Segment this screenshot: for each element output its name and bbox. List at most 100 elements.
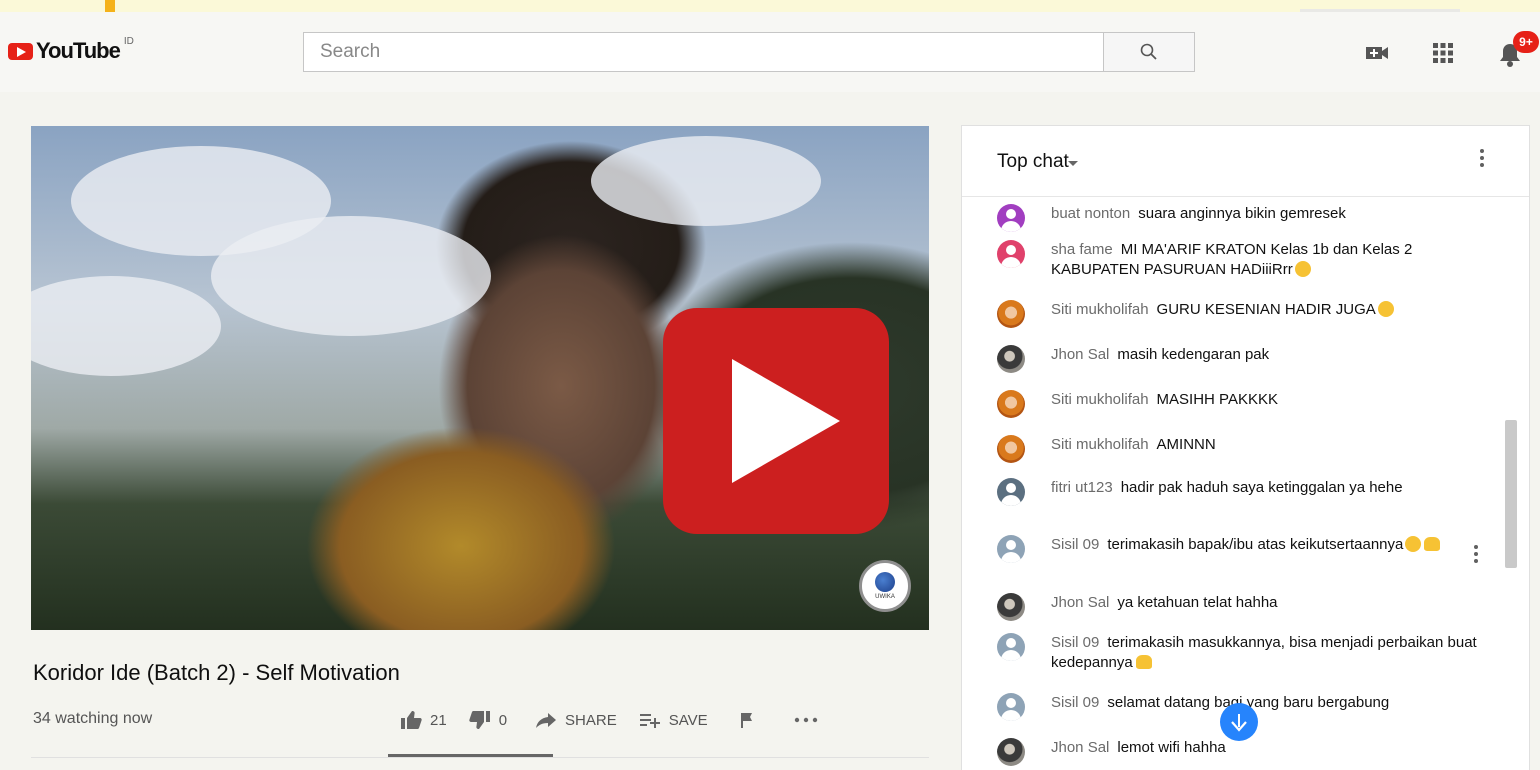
chat-message-text: terimakasih masukkannya, bisa menjadi pe… xyxy=(1051,634,1477,671)
apps-grid-icon xyxy=(1433,43,1453,63)
chat-message-body: sha fame MI MA'ARIF KRATON Kelas 1b dan K… xyxy=(1051,240,1481,280)
chat-message-body: Jhon Sal lemot wifi hahha xyxy=(1051,738,1481,758)
chat-menu-icon[interactable] xyxy=(1480,149,1484,170)
apps-button[interactable] xyxy=(1430,40,1456,66)
author-avatar[interactable] xyxy=(997,300,1025,328)
channel-watermark: UWIKA xyxy=(859,560,911,612)
chat-message-text: lemot wifi hahha xyxy=(1117,739,1226,756)
chat-message-body: Siti mukholifah GURU KESENIAN HADIR JUGA xyxy=(1051,300,1481,320)
author-avatar[interactable] xyxy=(997,240,1025,268)
chat-header: Top chat xyxy=(962,126,1529,197)
notification-count-badge: 9+ xyxy=(1513,31,1539,53)
chat-message-body: Sisil 09 terimakasih masukkannya, bisa me… xyxy=(1051,633,1481,673)
chat-message-text: terimakasih bapak/ibu atas keikutsertaan… xyxy=(1107,536,1404,553)
dislike-count: 0 xyxy=(498,711,508,729)
watermark-text: UWIKA xyxy=(875,594,895,600)
sky-cloud xyxy=(31,276,221,376)
chat-message-text: suara anginnya bikin gemresek xyxy=(1138,205,1346,222)
author-avatar[interactable] xyxy=(997,593,1025,621)
chat-message-text: masih kedengaran pak xyxy=(1117,346,1270,363)
chevron-down-icon[interactable] xyxy=(1068,161,1078,166)
author-avatar[interactable] xyxy=(997,204,1025,232)
logo-text: YouTube xyxy=(36,38,121,63)
chat-author-name[interactable]: Jhon Sal xyxy=(1051,739,1109,756)
browser-top-strip xyxy=(0,0,1540,14)
watching-count: 34 watching now xyxy=(33,710,153,727)
section-divider xyxy=(31,757,929,758)
pray-emoji-icon xyxy=(1135,655,1152,669)
smile-emoji-icon xyxy=(1405,536,1422,552)
chat-message-text: MASIHH PAKKKK xyxy=(1156,391,1278,408)
youtube-play-logo-icon xyxy=(8,42,33,60)
sky-cloud xyxy=(591,136,821,226)
chat-author-name[interactable]: sha fame xyxy=(1051,241,1113,258)
chat-message-body: fitri ut123 hadir pak haduh saya ketingga… xyxy=(1051,478,1481,498)
arrow-down-icon xyxy=(1231,714,1247,732)
author-avatar[interactable] xyxy=(997,633,1025,661)
pray-emoji-icon xyxy=(1424,537,1441,551)
share-arrow-icon xyxy=(536,713,557,728)
search-box xyxy=(303,32,1104,72)
chat-message-body: Siti mukholifah MASIHH PAKKKK xyxy=(1051,390,1481,410)
chat-message-text: ya ketahuan telat hahha xyxy=(1117,594,1278,611)
author-avatar[interactable] xyxy=(997,345,1025,373)
message-menu-icon[interactable] xyxy=(1474,545,1478,566)
chat-author-name[interactable]: fitri ut123 xyxy=(1051,479,1113,496)
save-button[interactable]: SAVE xyxy=(639,712,708,729)
chat-author-name[interactable]: buat nonton xyxy=(1051,205,1130,222)
chat-message-text: GURU KESENIAN HADIR JUGA xyxy=(1156,301,1376,318)
author-avatar[interactable] xyxy=(997,693,1025,721)
author-avatar[interactable] xyxy=(997,535,1025,563)
chat-author-name[interactable]: Sisil 09 xyxy=(1051,694,1099,711)
create-video-button[interactable] xyxy=(1364,40,1390,66)
search-input[interactable] xyxy=(318,33,1082,71)
chat-scrollbar[interactable] xyxy=(1505,420,1517,568)
author-avatar[interactable] xyxy=(997,738,1025,766)
chat-message-body: Siti mukholifah AMINNN xyxy=(1051,435,1481,455)
dislike-button[interactable]: 0 xyxy=(468,710,508,730)
play-button[interactable] xyxy=(663,308,889,534)
video-actions: 21 0 SHARE SAVE xyxy=(400,703,840,737)
like-count: 21 xyxy=(430,711,447,729)
live-chat-panel: Top chat buat nonton suara anginnya bikin… xyxy=(961,125,1530,770)
thumbs-down-icon xyxy=(468,711,490,729)
chat-author-name[interactable]: Siti mukholifah xyxy=(1051,301,1149,318)
country-code: ID xyxy=(123,35,134,47)
thumbs-up-icon xyxy=(401,711,422,729)
playlist-add-icon xyxy=(639,714,660,728)
chat-message-body: Sisil 09 terimakasih bapak/ibu atas keiku… xyxy=(1051,535,1481,555)
video-title: Koridor Ide (Batch 2) - Self Motivation xyxy=(33,660,400,685)
author-avatar[interactable] xyxy=(997,478,1025,506)
smile-emoji-icon xyxy=(1294,261,1311,277)
chat-author-name[interactable]: Siti mukholifah xyxy=(1051,436,1149,453)
share-button[interactable]: SHARE xyxy=(535,711,617,729)
author-avatar[interactable] xyxy=(997,435,1025,463)
chat-author-name[interactable]: Jhon Sal xyxy=(1051,346,1109,363)
smile-emoji-icon xyxy=(1377,301,1394,317)
share-label: SHARE xyxy=(565,711,617,729)
youtube-logo[interactable]: YouTube ID xyxy=(8,35,134,64)
chat-message-body: buat nonton suara anginnya bikin gemresek xyxy=(1051,204,1481,224)
play-icon xyxy=(732,359,840,483)
chat-message-text: hadir pak haduh saya ketinggalan ya hehe xyxy=(1120,479,1403,496)
report-button[interactable] xyxy=(740,712,754,728)
author-avatar[interactable] xyxy=(997,390,1025,418)
scroll-to-bottom-button[interactable] xyxy=(1220,703,1258,741)
chat-mode-selector[interactable]: Top chat xyxy=(997,151,1069,173)
search-icon xyxy=(1140,43,1157,60)
more-actions-button[interactable] xyxy=(794,717,818,723)
chat-author-name[interactable]: Siti mukholifah xyxy=(1051,391,1149,408)
chat-message-text: AMINNN xyxy=(1156,436,1216,453)
chat-author-name[interactable]: Sisil 09 xyxy=(1051,634,1099,651)
chat-message-body: Jhon Sal masih kedengaran pak xyxy=(1051,345,1481,365)
chat-author-name[interactable]: Sisil 09 xyxy=(1051,536,1099,553)
like-button[interactable]: 21 xyxy=(400,710,447,730)
more-horizontal-icon xyxy=(794,717,817,723)
flag-icon xyxy=(740,713,752,728)
video-camera-icon xyxy=(1366,47,1388,59)
chat-author-name[interactable]: Jhon Sal xyxy=(1051,594,1109,611)
save-label: SAVE xyxy=(668,711,708,729)
globe-logo-icon xyxy=(875,572,895,592)
search-button[interactable] xyxy=(1103,32,1195,72)
chat-message-body: Jhon Sal ya ketahuan telat hahha xyxy=(1051,593,1481,613)
